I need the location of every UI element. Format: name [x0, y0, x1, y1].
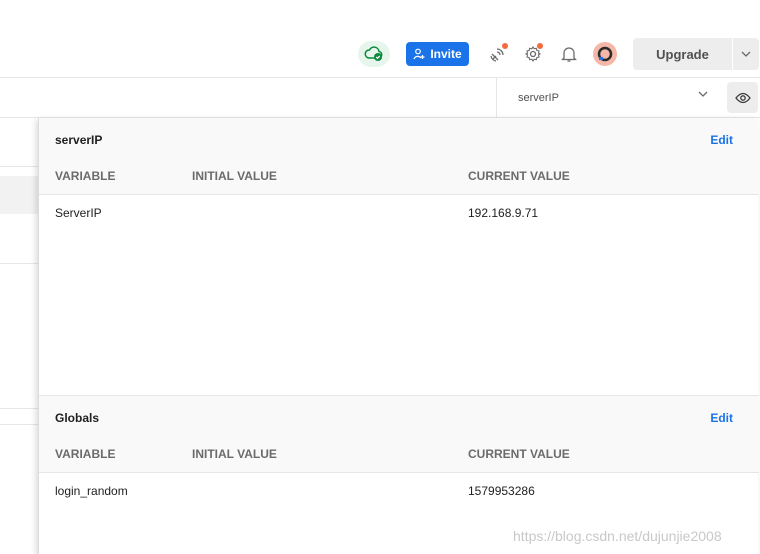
environment-section: serverIP Edit VARIABLE INITIAL VALUE CUR… — [39, 118, 759, 231]
bell-icon[interactable] — [558, 43, 580, 65]
variable-name: login_random — [55, 484, 128, 498]
upgrade-menu-button[interactable] — [733, 38, 759, 70]
table-row: ServerIP 192.168.9.71 — [39, 195, 759, 231]
satellite-icon[interactable] — [487, 43, 509, 65]
column-header-variable: VARIABLE — [55, 169, 116, 183]
column-header-variable: VARIABLE — [55, 447, 116, 461]
edit-environment-link[interactable]: Edit — [710, 133, 733, 147]
column-header-initial-value: INITIAL VALUE — [192, 447, 277, 461]
user-plus-icon — [413, 48, 425, 60]
environment-section-title: serverIP — [55, 133, 103, 147]
column-header-current-value: CURRENT VALUE — [468, 447, 570, 461]
upgrade-button[interactable]: Upgrade — [633, 38, 732, 70]
environment-select[interactable]: serverIP — [496, 78, 724, 118]
invite-button[interactable]: Invite — [406, 42, 469, 66]
column-header-initial-value: INITIAL VALUE — [192, 169, 277, 183]
column-header-current-value: CURRENT VALUE — [468, 169, 570, 183]
invite-label: Invite — [430, 47, 462, 61]
globals-section-title: Globals — [55, 411, 100, 425]
globals-section-header: Globals Edit VARIABLE INITIAL VALUE CURR… — [39, 396, 759, 473]
eye-icon — [734, 92, 751, 103]
watermark-text: https://blog.csdn.net/dujunjie2008 — [513, 528, 722, 544]
notification-dot — [502, 43, 508, 49]
top-header: Invite Upgrade — [0, 0, 760, 78]
avatar[interactable] — [593, 42, 617, 66]
background-row — [0, 176, 40, 214]
environment-section-header: serverIP Edit VARIABLE INITIAL VALUE CUR… — [39, 118, 759, 195]
chevron-down-icon — [741, 51, 751, 57]
globals-section: Globals Edit VARIABLE INITIAL VALUE CURR… — [39, 395, 759, 509]
chevron-down-icon — [698, 91, 708, 97]
variable-name: ServerIP — [55, 206, 102, 220]
variable-current-value: 192.168.9.71 — [468, 206, 539, 220]
background-divider — [0, 166, 40, 167]
table-row: login_random 1579953286 — [39, 473, 759, 509]
background-divider — [0, 263, 40, 264]
variable-current-value: 1579953286 — [468, 484, 535, 498]
environment-quick-look-button[interactable] — [727, 82, 758, 113]
cloud-sync-icon[interactable] — [358, 41, 390, 67]
notification-dot — [537, 43, 543, 49]
settings-icon[interactable] — [522, 43, 544, 65]
background-divider — [0, 408, 40, 409]
environment-selected-label: serverIP — [518, 92, 559, 104]
background-divider — [0, 424, 40, 425]
environment-quick-look-panel: serverIP Edit VARIABLE INITIAL VALUE CUR… — [38, 118, 759, 554]
edit-globals-link[interactable]: Edit — [710, 411, 733, 425]
